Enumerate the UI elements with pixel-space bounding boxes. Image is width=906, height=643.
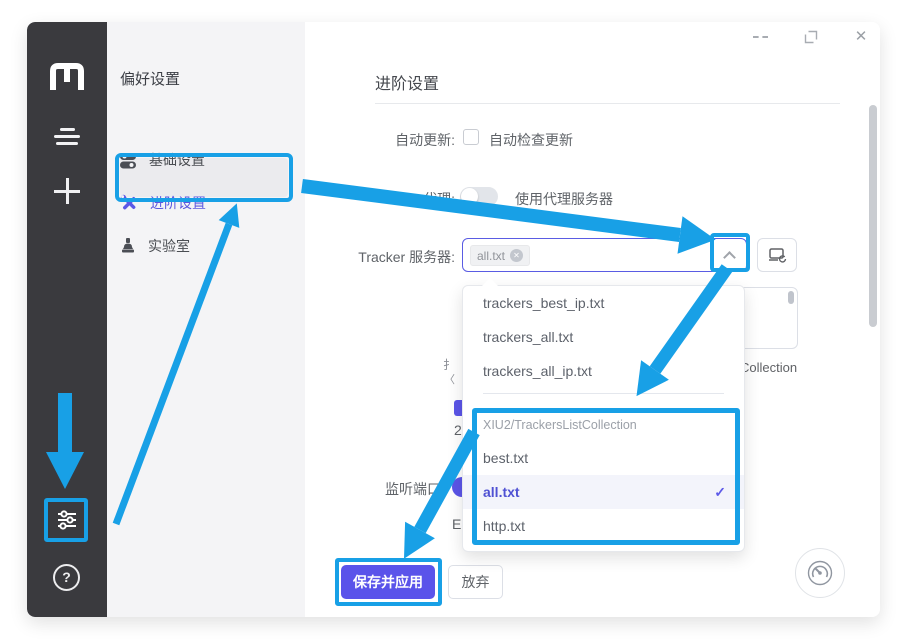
minimize-button[interactable]: [753, 36, 768, 39]
covered-text-fragment: 2: [454, 422, 462, 438]
sidebar-item-label: 实验室: [148, 236, 190, 256]
tracker-tag-text: all.txt: [477, 249, 505, 263]
page-scrollbar[interactable]: [869, 105, 877, 327]
tracker-tag: all.txt ✕: [470, 245, 530, 266]
dropdown-option[interactable]: trackers_all_ip.txt: [463, 354, 744, 388]
speed-limit-button[interactable]: [795, 548, 845, 598]
tracker-label: Tracker 服务器:: [305, 247, 455, 267]
settings-content: ✕ 进阶设置 自动更新: 自动检查更新 代理: 使用代理服务器 Tracker …: [305, 22, 880, 617]
close-button[interactable]: ✕: [852, 28, 870, 46]
source-text-fragment: Collection: [740, 360, 797, 375]
auto-update-checkbox[interactable]: [463, 129, 479, 145]
auto-update-checkbox-label[interactable]: 自动检查更新: [489, 130, 573, 150]
screenshot-stage: ? 偏好设置 基础设置: [0, 0, 906, 643]
dropdown-option[interactable]: trackers_best_ip.txt: [463, 286, 744, 320]
task-list-icon[interactable]: [54, 128, 80, 148]
covered-text-fragment: E: [452, 516, 461, 532]
heading-divider: [375, 103, 840, 104]
annotation-box-dropdown-group: [472, 408, 740, 545]
app-sidebar: ?: [27, 22, 107, 617]
sidebar-item-lab[interactable]: 实验室: [120, 234, 190, 258]
discard-button[interactable]: 放弃: [448, 565, 503, 599]
annotation-box-advanced-item: [115, 153, 293, 202]
dropdown-divider: [483, 393, 724, 394]
speedometer-icon: [807, 560, 833, 586]
preferences-title: 偏好设置: [120, 68, 180, 89]
help-icon[interactable]: ?: [53, 564, 80, 591]
dropdown-caret: [482, 278, 498, 286]
dropdown-option[interactable]: trackers_all.txt: [463, 320, 744, 354]
motrix-logo-icon: [50, 63, 84, 90]
toggle-knob: [461, 188, 478, 205]
sync-monitor-icon: [769, 248, 787, 264]
annotation-box-save-button: [335, 558, 442, 606]
page-title: 进阶设置: [375, 70, 439, 94]
stamp-icon: [120, 238, 136, 255]
textarea-scrollbar[interactable]: [788, 291, 794, 304]
preferences-panel: 偏好设置 基础设置: [107, 22, 305, 617]
add-task-icon[interactable]: [54, 178, 80, 204]
tracker-select-input[interactable]: all.txt ✕: [462, 238, 747, 272]
sync-trackers-button[interactable]: [757, 238, 797, 272]
listen-port-label: 监听端口: [385, 479, 441, 499]
auto-update-label: 自动更新:: [305, 130, 455, 150]
proxy-toggle[interactable]: [460, 187, 498, 206]
preferences-sliders-icon[interactable]: [56, 509, 78, 531]
annotation-box-chevron: [710, 233, 750, 272]
tag-close-icon[interactable]: ✕: [510, 249, 523, 262]
maximize-button[interactable]: [804, 30, 818, 44]
proxy-label: 代理:: [305, 189, 455, 209]
app-window: ? 偏好设置 基础设置: [27, 22, 880, 617]
proxy-toggle-label: 使用代理服务器: [515, 189, 613, 209]
covered-text-fragment: 〈: [444, 371, 455, 387]
